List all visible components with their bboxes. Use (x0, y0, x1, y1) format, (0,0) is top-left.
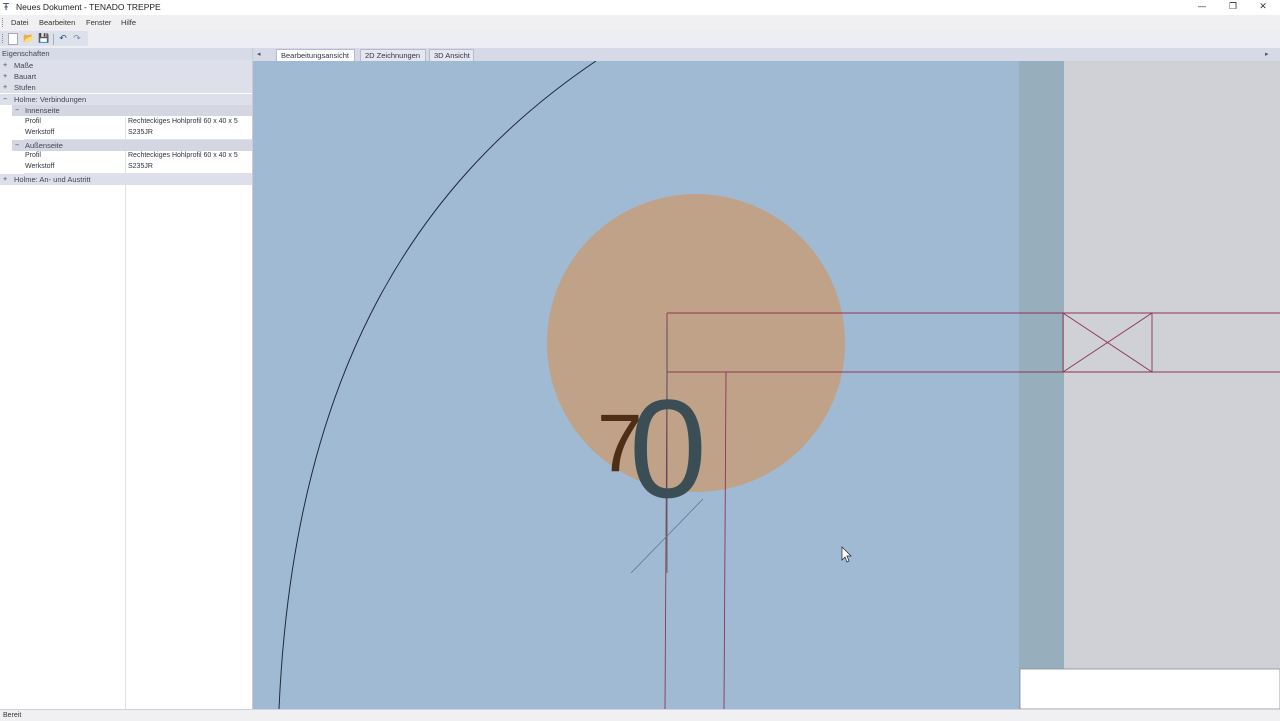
window-title: Neues Dokument - TENADO TREPPE (16, 2, 161, 12)
title-bar: Ŧ Neues Dokument - TENADO TREPPE — ❐ ✕ (0, 0, 1280, 15)
group-label: Maße (14, 61, 34, 70)
collapse-icon[interactable]: − (15, 141, 19, 149)
outside-area (1064, 61, 1280, 709)
menu-bearbeiten[interactable]: Bearbeiten (39, 18, 75, 27)
maximize-button[interactable]: ❐ (1218, 0, 1248, 15)
property-row-werkstoff[interactable]: Werkstoff S235JR (24, 128, 252, 140)
drawing-viewport[interactable]: 7 0 (253, 61, 1280, 709)
status-text: Bereit (3, 712, 22, 719)
property-key: Profil (25, 152, 41, 159)
expand-icon[interactable]: + (3, 72, 7, 80)
subgroup-innenseite[interactable]: − Innenseite (12, 105, 252, 116)
menu-grip (2, 18, 5, 27)
toolbar: 📂 💾 ↶ ↷ (0, 30, 1280, 48)
panel-column-divider (125, 185, 126, 709)
redo-icon[interactable]: ↷ (71, 33, 83, 45)
tab-3d-ansicht[interactable]: 3D Ansicht (429, 49, 474, 61)
group-masse[interactable]: + Maße (0, 60, 252, 71)
view-tabs: ◂ Bearbeitungsansicht 2D Zeichnungen 3D … (253, 48, 1280, 61)
column-divider (125, 128, 126, 139)
property-key: Werkstoff (25, 129, 55, 136)
toolbar-strip: 📂 💾 ↶ ↷ (0, 31, 88, 46)
tab-scroll-left-icon[interactable]: ◂ (257, 50, 261, 58)
subgroup-label: Innenseite (25, 106, 60, 115)
menu-fenster[interactable]: Fenster (86, 18, 111, 27)
save-icon[interactable]: 💾 (38, 33, 50, 45)
toolbar-separator (53, 34, 54, 45)
group-holme-verbindungen[interactable]: − Holme: Verbindungen (0, 94, 252, 105)
tab-scroll-right-icon[interactable]: ▸ (1265, 50, 1269, 58)
tab-bearbeitungsansicht[interactable]: Bearbeitungsansicht (276, 49, 355, 61)
tab-2d-zeichnungen[interactable]: 2D Zeichnungen (360, 49, 426, 61)
open-folder-icon[interactable]: 📂 (23, 33, 35, 45)
new-document-icon[interactable] (8, 33, 18, 45)
menu-bar: Datei Bearbeiten Fenster Hilfe (0, 15, 1280, 30)
group-label: Holme: Verbindungen (14, 95, 87, 104)
property-value[interactable]: Rechteckiges Hohlprofil 60 x 40 x 5 (128, 118, 238, 125)
collapse-icon[interactable]: − (15, 106, 19, 114)
properties-header: Eigenschaften (0, 48, 252, 60)
subgroup-aussenseite[interactable]: − Außenseite (12, 140, 252, 151)
expand-icon[interactable]: + (3, 175, 7, 183)
properties-panel: Eigenschaften + Maße + Bauart + Stufen −… (0, 48, 253, 709)
subgroup-label: Außenseite (25, 141, 63, 150)
undo-icon[interactable]: ↶ (57, 33, 69, 45)
expand-icon[interactable]: + (3, 83, 7, 91)
margin-band (1019, 61, 1064, 709)
group-label: Bauart (14, 72, 37, 81)
menu-hilfe[interactable]: Hilfe (121, 18, 136, 27)
close-button[interactable]: ✕ (1248, 0, 1278, 15)
properties-title: Eigenschaften (2, 49, 50, 58)
column-divider (125, 151, 126, 162)
expand-icon[interactable]: + (3, 61, 7, 69)
property-row-werkstoff[interactable]: Werkstoff S235JR (24, 162, 252, 174)
property-value[interactable]: Rechteckiges Hohlprofil 60 x 40 x 5 (128, 152, 238, 159)
column-divider (125, 162, 126, 173)
dimension-digit: 0 (629, 370, 707, 527)
status-bar: Bereit (0, 709, 1280, 721)
menu-datei[interactable]: Datei (11, 18, 29, 27)
group-bauart[interactable]: + Bauart (0, 71, 252, 82)
group-label: Holme: An- und Austritt (14, 175, 91, 184)
property-value[interactable]: S235JR (128, 163, 153, 170)
group-label: Stufen (14, 83, 36, 92)
collapse-icon[interactable]: − (3, 95, 7, 103)
minimize-button[interactable]: — (1187, 0, 1217, 15)
property-key: Profil (25, 118, 41, 125)
white-panel (1019, 668, 1280, 709)
column-divider (125, 117, 126, 128)
tenado-app-icon: Ŧ (3, 2, 10, 13)
drawing-canvas[interactable]: 7 0 (253, 61, 1280, 709)
toolbar-grip (2, 34, 5, 43)
property-key: Werkstoff (25, 163, 55, 170)
group-stufen[interactable]: + Stufen (0, 82, 252, 93)
property-value[interactable]: S235JR (128, 129, 153, 136)
group-holme-an-austritt[interactable]: + Holme: An- und Austritt (0, 174, 252, 185)
